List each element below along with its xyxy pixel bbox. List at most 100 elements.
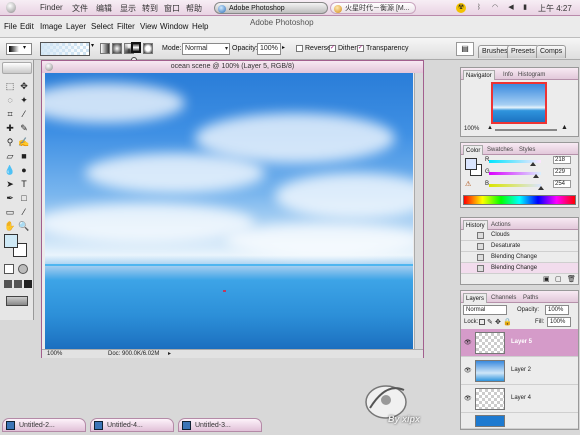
reflected-gradient-button[interactable] [131,42,141,53]
red-slider[interactable] [489,160,541,166]
apple-icon[interactable] [6,2,16,13]
menu-finder[interactable]: Finder [40,3,63,12]
zoom-in-icon[interactable]: ▲ [561,124,568,131]
foreground-color-swatch[interactable] [4,234,18,248]
tab-swatches[interactable]: Swatches [485,145,515,155]
clone-stamp-icon[interactable]: ⚲ [4,136,16,148]
tab-channels[interactable]: Channels [489,293,518,303]
menu-filter[interactable]: Filter [117,22,135,31]
layer-row[interactable]: 👁 Layer 2 [461,357,578,385]
tab-color[interactable]: Color [463,145,484,155]
tab-histogram[interactable]: Histogram [516,70,547,80]
tab-layers[interactable]: Layers [463,293,488,303]
radial-gradient-button[interactable] [112,43,122,54]
tab-info[interactable]: Info [501,70,515,80]
red-slider-thumb[interactable] [530,162,537,166]
menu-file-cn[interactable]: 文件 [72,3,88,14]
eyedropper-icon[interactable]: ⁄ [18,206,30,218]
blur-tool-icon[interactable]: 💧 [4,164,16,176]
menu-view[interactable]: View [140,22,157,31]
layer-row-selected[interactable]: 👁 Layer 5 [461,329,578,357]
history-item[interactable]: Blending Change [461,252,578,263]
green-slider[interactable] [489,172,541,178]
history-item[interactable]: Clouds [461,230,578,241]
image-canvas[interactable] [45,73,413,349]
crop-tool-icon[interactable]: ⌗ [4,108,16,120]
type-tool-icon[interactable]: T [18,178,30,190]
menu-window-cn[interactable]: 窗口 [164,3,180,14]
shape-tool-icon[interactable]: □ [18,192,30,204]
menu-view-cn[interactable]: 显示 [120,3,136,14]
layer-row[interactable] [461,413,578,429]
history-item-current[interactable]: Blending Change [461,263,578,274]
mode-select[interactable]: Normal ▾ [182,43,230,55]
color-ramp[interactable] [463,195,576,205]
eye-icon[interactable]: 👁 [464,395,472,402]
zoom-out-icon[interactable]: ▲ [487,125,493,131]
tab-actions[interactable]: Actions [489,220,513,230]
menu-layer[interactable]: Layer [66,22,86,31]
blue-value[interactable]: 254 [553,180,571,188]
eye-icon[interactable]: 👁 [464,339,472,346]
navigator-thumbnail[interactable] [491,82,547,124]
slice-tool-icon[interactable]: ⁄ [18,108,30,120]
navigator-zoom-slider[interactable] [495,129,557,131]
healing-brush-icon[interactable]: ✚ [4,122,16,134]
layer-row[interactable]: 👁 Layer 4 [461,385,578,413]
menu-image[interactable]: Image [40,22,62,31]
lock-transparency-icon[interactable] [479,319,485,325]
task-photoshop[interactable]: Adobe Photoshop [214,2,328,14]
path-select-icon[interactable]: ➤ [4,178,16,190]
tab-comps[interactable]: Comps [536,45,567,58]
history-brush-icon[interactable]: ✍ [18,136,30,148]
notes-tool-icon[interactable]: ▭ [4,206,16,218]
history-item[interactable]: Desaturate [461,241,578,252]
lock-all-icon[interactable]: 🔒 [503,318,512,326]
standard-mode-icon[interactable] [4,264,14,274]
menu-edit-cn[interactable]: 编辑 [96,3,112,14]
feather-icon[interactable] [2,62,32,74]
zoom-field[interactable]: 100% [47,350,62,358]
navigator-zoom[interactable]: 100% [464,126,479,132]
reverse-checkbox[interactable] [296,45,303,52]
dock-item[interactable]: Untitled-2... [2,418,86,432]
vertical-scrollbar[interactable] [414,73,423,349]
lasso-tool-icon[interactable]: ◌ [4,94,16,106]
menu-help[interactable]: Help [192,22,208,31]
zoom-tool-icon[interactable]: 🔍 [18,220,30,232]
linear-gradient-button[interactable] [100,43,110,54]
opacity-input[interactable]: 100% [257,43,281,55]
dock-item[interactable]: Untitled-3... [178,418,262,432]
magic-wand-icon[interactable]: ✦ [18,94,30,106]
trash-icon[interactable]: 🗑 [567,275,576,283]
blue-slider[interactable] [489,184,544,190]
tab-history[interactable]: History [463,220,488,230]
gamut-warning-icon[interactable]: ⚠ [465,180,471,188]
doc-info[interactable]: Doc: 900.0K/6.02M [108,350,159,358]
eye-icon[interactable]: 👁 [464,367,472,374]
lock-paint-icon[interactable]: ✎ [487,318,493,326]
task-browser[interactable]: 火星时代－衡源 [M... [330,2,416,14]
quick-mask-icon[interactable] [18,264,28,274]
palette-well-icon[interactable]: ▤ [456,42,474,56]
color-foreground-swatch[interactable] [465,158,477,170]
lock-move-icon[interactable]: ✥ [495,318,501,326]
volume-icon[interactable]: ◀ [506,3,516,13]
tab-paths[interactable]: Paths [521,293,540,303]
tool-preset-picker[interactable]: ▾ [6,43,32,55]
menu-edit[interactable]: Edit [20,22,34,31]
green-value[interactable]: 229 [553,168,571,176]
gradient-picker-arrow-icon[interactable]: ▾ [91,42,94,49]
new-document-icon[interactable]: ▢ [555,275,562,283]
diamond-gradient-button[interactable] [143,43,153,54]
menu-go-cn[interactable]: 转到 [142,3,158,14]
info-arrow-icon[interactable]: ▸ [168,350,171,358]
green-slider-thumb[interactable] [532,174,539,178]
menu-window[interactable]: Window [160,22,188,31]
tab-navigator[interactable]: Navigator [463,70,495,80]
tab-styles[interactable]: Styles [517,145,537,155]
opacity-arrow-icon[interactable]: ▸ [282,44,285,51]
eraser-tool-icon[interactable]: ▱ [4,150,16,162]
layer-blend-mode-select[interactable]: Normal [463,305,507,315]
fill-input[interactable]: 100% [547,317,571,327]
